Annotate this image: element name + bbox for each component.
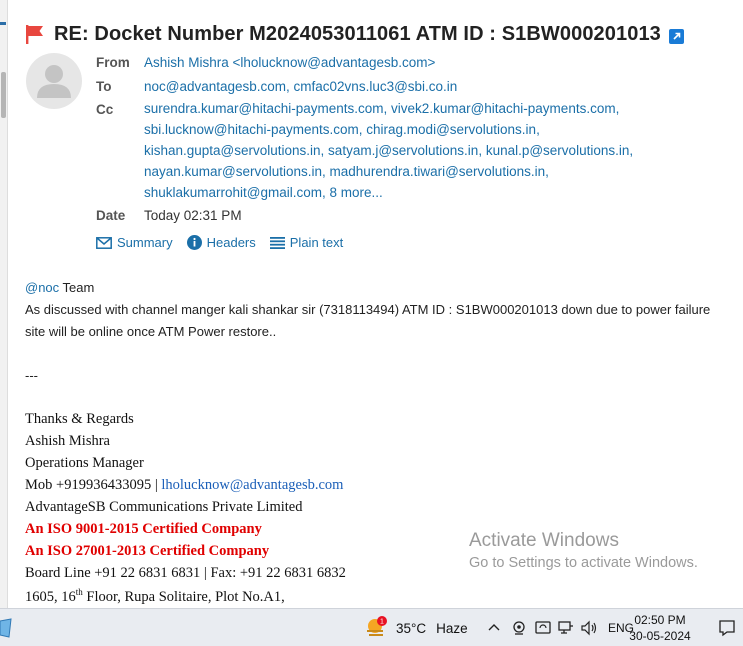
webcam-icon [513,621,525,635]
summary-label: Summary [117,235,173,250]
weather-widget[interactable]: 1 35°C Haze [364,609,468,646]
signature-title: Operations Manager [25,455,144,471]
plain-text-label: Plain text [289,235,344,250]
activate-windows-subtitle: Go to Settings to activate Windows. [469,555,698,571]
body-line: site will be online once ATM Power resto… [25,324,277,339]
address-part: 1605, 16 [25,588,76,605]
signature-address: 1605, 16th Floor, Rupa Solitaire, Plot N… [25,587,285,606]
mobile-text: Mob +919936433095 | [25,477,162,493]
temperature: 35°C [396,620,427,636]
summary-link[interactable]: Summary [96,235,173,250]
cc-line[interactable]: nayan.kumar@servolutions.in, madhurendra… [144,164,549,179]
notifications-button[interactable] [718,609,736,646]
weather-condition: Haze [436,620,468,636]
subject-row: RE: Docket Number M2024053011061 ATM ID … [24,18,684,50]
tray-network[interactable] [558,609,574,646]
selection-marker [0,22,6,25]
signature-mobile: Mob +919936433095 | lholucknow@advantage… [25,477,343,494]
speaker-icon [581,620,597,636]
address-superscript: th [75,587,83,597]
date-label: Date [96,208,126,223]
plain-text-link[interactable]: Plain text [269,235,344,250]
person-icon [37,65,71,98]
envelope-icon [96,236,112,249]
notification-icon [719,620,735,637]
left-scroll-strip[interactable] [0,0,8,608]
weather-haze-icon: 1 [367,616,387,636]
activate-windows-title: Activate Windows [469,530,619,551]
display-sync-icon [535,621,551,634]
tray-display[interactable] [535,609,551,646]
date-value: Today 02:31 PM [144,208,242,223]
taskbar: 1 35°C Haze ENG 02:50 PM 30-05-2024 [0,608,743,646]
separator: --- [25,368,38,383]
signature-board-line: Board Line +91 22 6831 6831 | Fax: +91 2… [25,565,346,581]
to-addresses[interactable]: noc@advantagesb.com, cmfac02vns.luc3@sbi… [144,79,457,94]
lines-icon [269,236,285,249]
open-in-new-window-icon[interactable] [668,28,684,44]
headers-label: Headers [206,235,256,250]
network-icon [558,621,573,634]
chevron-up-icon [488,624,500,631]
email-subject: RE: Docket Number M2024053011061 ATM ID … [54,22,661,45]
weather-badge: 1 [380,619,384,626]
show-hidden-icons-button[interactable] [488,609,500,646]
app-icon[interactable] [0,609,12,646]
clock-time: 02:50 PM [634,613,686,627]
from-address[interactable]: Ashish Mishra <lholucknow@advantagesb.co… [144,55,435,70]
address-part: Floor, Rupa Solitaire, Plot No.A1, [82,588,285,605]
cc-line[interactable]: surendra.kumar@hitachi-payments.com, viv… [144,101,619,116]
clock-date: 30-05-2024 [629,629,691,643]
greeting-line: @noc Team [25,280,94,295]
sender-avatar [26,53,82,109]
signature-name: Ashish Mishra [25,433,110,449]
iso-27001-line: An ISO 27001-2013 Certified Company [25,543,270,559]
mention[interactable]: @noc [25,280,59,295]
to-label: To [96,79,112,94]
header-view-links: Summary Headers Plain text [96,235,357,250]
scrollbar-thumb[interactable] [1,72,6,118]
signature-thanks: Thanks & Regards [25,411,134,427]
headers-link[interactable]: Headers [186,235,256,250]
from-label: From [96,55,130,70]
body-line: As discussed with channel manger kali sh… [25,302,711,317]
cc-line-more[interactable]: shuklakumarrohit@gmail.com, 8 more... [144,185,383,200]
flag-icon[interactable] [24,23,46,45]
tray-webcam[interactable] [512,609,526,646]
cc-line[interactable]: sbi.lucknow@hitachi-payments.com, chirag… [144,122,540,137]
greeting-text: Team [59,280,95,295]
cc-label: Cc [96,102,114,117]
signature-email-link[interactable]: lholucknow@advantagesb.com [161,477,343,493]
iso-9001-line: An ISO 9001-2015 Certified Company [25,521,262,537]
taskbar-clock[interactable]: 02:50 PM 30-05-2024 [628,612,692,644]
cc-line[interactable]: kishan.gupta@servolutions.in, satyam.j@s… [144,143,633,158]
tray-volume[interactable] [581,609,598,646]
app-icon-glyph [0,618,12,638]
signature-company: AdvantageSB Communications Private Limit… [25,499,303,515]
info-icon [186,235,202,250]
